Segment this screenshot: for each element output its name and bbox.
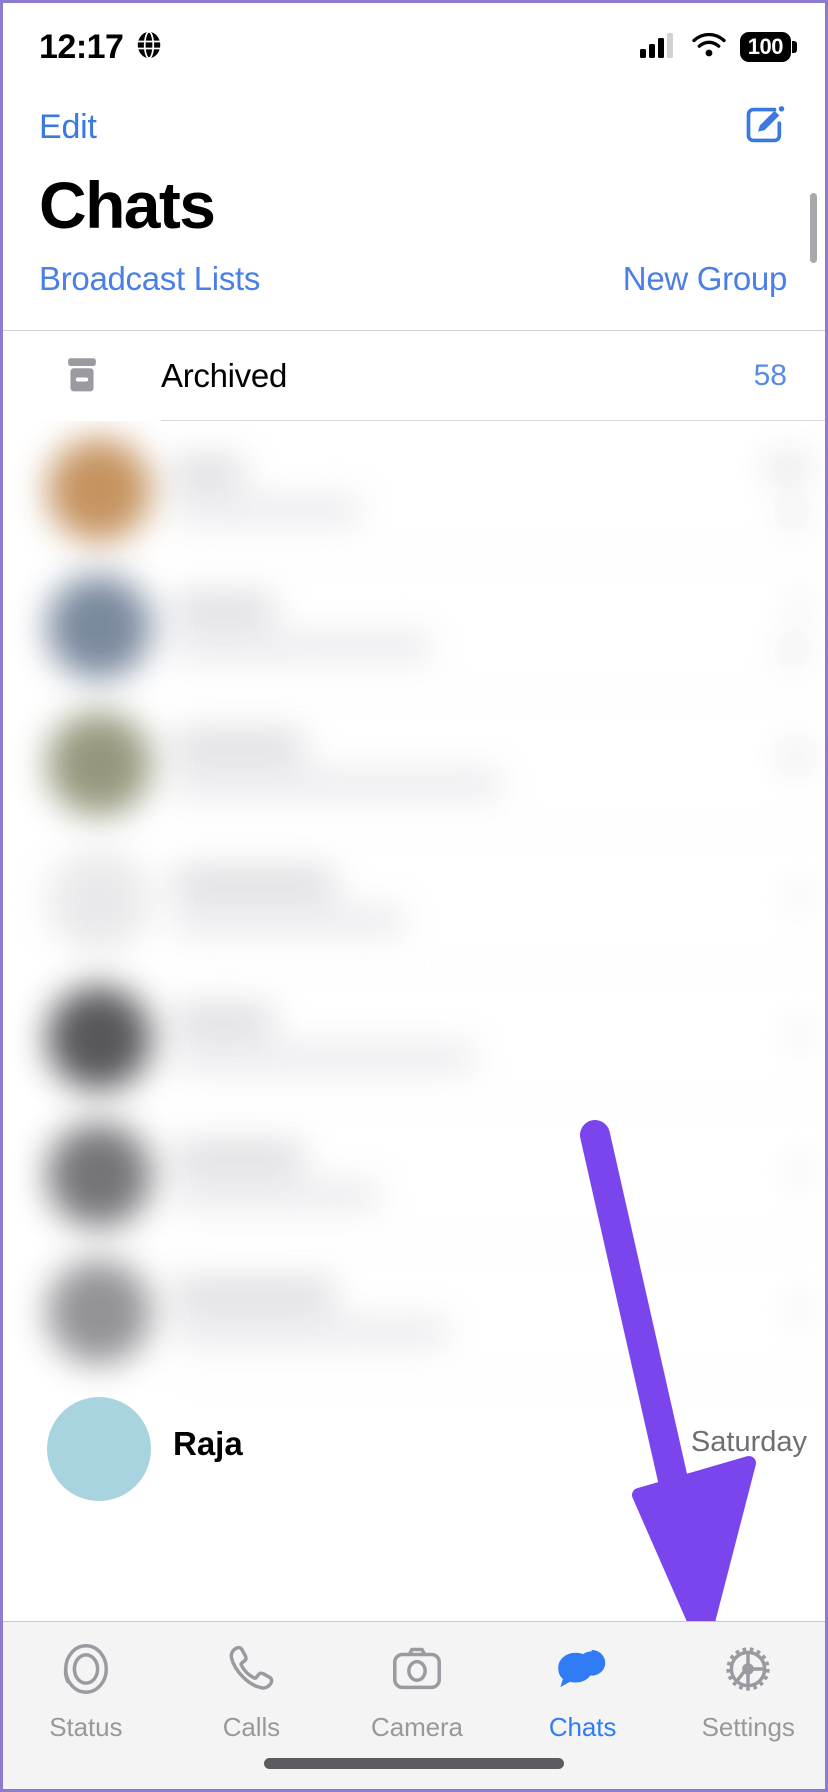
cellular-signal-icon <box>639 32 678 63</box>
chat-contact-name <box>173 593 346 624</box>
chat-row[interactable]: y <box>3 969 825 1106</box>
chat-message-preview <box>173 1181 458 1208</box>
status-bar: 12:17 100 <box>3 3 825 91</box>
chat-row-texts <box>151 730 641 797</box>
chat-row-meta: M <box>641 742 825 785</box>
scrollbar-thumb[interactable] <box>810 193 817 263</box>
chat-message-preview <box>173 1318 555 1345</box>
chat-timestamp: AM <box>766 451 808 482</box>
chat-contact-name <box>173 730 399 761</box>
chat-message-preview <box>173 770 627 797</box>
chat-row-meta: y ▶ <box>641 588 825 665</box>
status-bar-left: 12:17 <box>39 28 164 67</box>
chat-timestamp: y <box>793 879 808 909</box>
tab-label-status: Status <box>49 1712 123 1742</box>
page-title: Chats <box>39 168 216 242</box>
chat-timestamp: y <box>793 1016 808 1046</box>
chat-bubbles-icon <box>554 1640 612 1703</box>
nav-top-row: Edit <box>3 91 825 163</box>
archived-count: 58 <box>753 359 787 392</box>
chat-row-texts <box>151 593 641 660</box>
tab-status[interactable]: Status <box>3 1640 169 1743</box>
chat-timestamp: y <box>793 1153 808 1183</box>
phone-screen: 12:17 100 Edit Chats Broadcast Lists New… <box>0 0 828 1792</box>
chat-timestamp: y <box>793 588 808 619</box>
tab-label-chats: Chats <box>548 1712 617 1742</box>
chat-row[interactable]: Raja Saturday <box>3 1380 825 1517</box>
navigation-header: Edit Chats Broadcast Lists New Group <box>3 91 825 331</box>
gear-icon <box>719 1640 777 1703</box>
chat-row-meta: y <box>641 879 825 922</box>
chat-contact-name <box>173 456 293 487</box>
chat-row-meta: Saturday <box>641 1426 825 1471</box>
status-bar-right: 100 <box>639 31 791 63</box>
chat-row-texts <box>151 1141 641 1208</box>
chat-timestamp: M <box>784 742 808 772</box>
chat-row[interactable]: M <box>3 695 825 832</box>
chat-row[interactable]: AM ▶ <box>3 421 825 558</box>
avatar <box>47 848 151 953</box>
chat-message-preview <box>173 907 494 934</box>
avatar <box>47 985 151 1090</box>
tab-settings[interactable]: Settings <box>665 1640 825 1743</box>
chat-list[interactable]: AM ▶ y ▶ M y y y y Raja Saturday <box>3 421 825 1627</box>
camera-icon <box>388 1640 446 1703</box>
chat-row-meta: y <box>641 1153 825 1196</box>
tab-label-settings: Settings <box>701 1712 795 1742</box>
avatar <box>47 1396 151 1501</box>
chat-row-texts <box>151 867 641 934</box>
compose-new-chat-icon[interactable] <box>743 103 787 152</box>
chat-row-texts <box>151 1004 641 1071</box>
tab-label-camera: Camera <box>371 1712 463 1742</box>
tab-label-calls: Calls <box>222 1712 281 1742</box>
chevron-right-icon: ▶ <box>785 632 807 664</box>
chat-row-meta: y <box>641 1290 825 1333</box>
home-indicator <box>264 1758 564 1769</box>
nav-links-row: Broadcast Lists New Group <box>3 242 825 298</box>
tab-chats[interactable]: Chats <box>500 1640 666 1743</box>
status-rings-icon <box>57 1640 115 1703</box>
chat-row-texts <box>151 456 641 523</box>
chat-contact-name <box>173 867 452 898</box>
new-group-button[interactable]: New Group <box>623 260 788 298</box>
archive-box-icon <box>3 356 161 396</box>
chat-row-meta: AM ▶ <box>641 451 825 528</box>
broadcast-lists-button[interactable]: Broadcast Lists <box>39 260 260 298</box>
avatar <box>47 1122 151 1227</box>
chat-row[interactable]: y <box>3 832 825 969</box>
chat-contact-name <box>173 1278 451 1309</box>
avatar <box>47 711 151 816</box>
chat-message-preview <box>173 496 433 523</box>
chat-row[interactable]: y <box>3 1243 825 1380</box>
chat-timestamp: y <box>793 1290 808 1320</box>
chat-contact-name <box>173 1141 398 1172</box>
chat-row-meta: y <box>641 1016 825 1059</box>
archived-row[interactable]: Archived 58 <box>3 332 825 420</box>
chat-row-texts <box>151 1278 641 1345</box>
battery-indicator: 100 <box>739 31 791 63</box>
tab-calls[interactable]: Calls <box>169 1640 335 1743</box>
chat-rows-container: AM ▶ y ▶ M y y y y Raja Saturday <box>3 421 825 1517</box>
avatar <box>47 437 151 542</box>
globe-icon <box>134 30 164 65</box>
chat-row[interactable]: y ▶ <box>3 558 825 695</box>
tab-camera[interactable]: Camera <box>334 1640 500 1743</box>
chat-timestamp: Saturday <box>690 1426 807 1458</box>
chat-contact-name: Raja <box>173 1424 243 1462</box>
avatar <box>47 1259 151 1364</box>
chat-message-preview <box>173 1044 591 1071</box>
chat-row[interactable]: y <box>3 1106 825 1243</box>
archived-label: Archived <box>161 357 287 394</box>
wifi-icon <box>691 32 727 63</box>
chat-contact-name <box>173 1004 345 1035</box>
phone-handset-icon <box>222 1640 280 1703</box>
status-bar-time: 12:17 <box>39 27 124 66</box>
chat-message-preview <box>173 633 530 660</box>
chevron-right-icon: ▶ <box>785 495 807 527</box>
chat-row-texts: Raja <box>151 1425 641 1473</box>
edit-button[interactable]: Edit <box>39 108 97 147</box>
avatar <box>47 574 151 679</box>
